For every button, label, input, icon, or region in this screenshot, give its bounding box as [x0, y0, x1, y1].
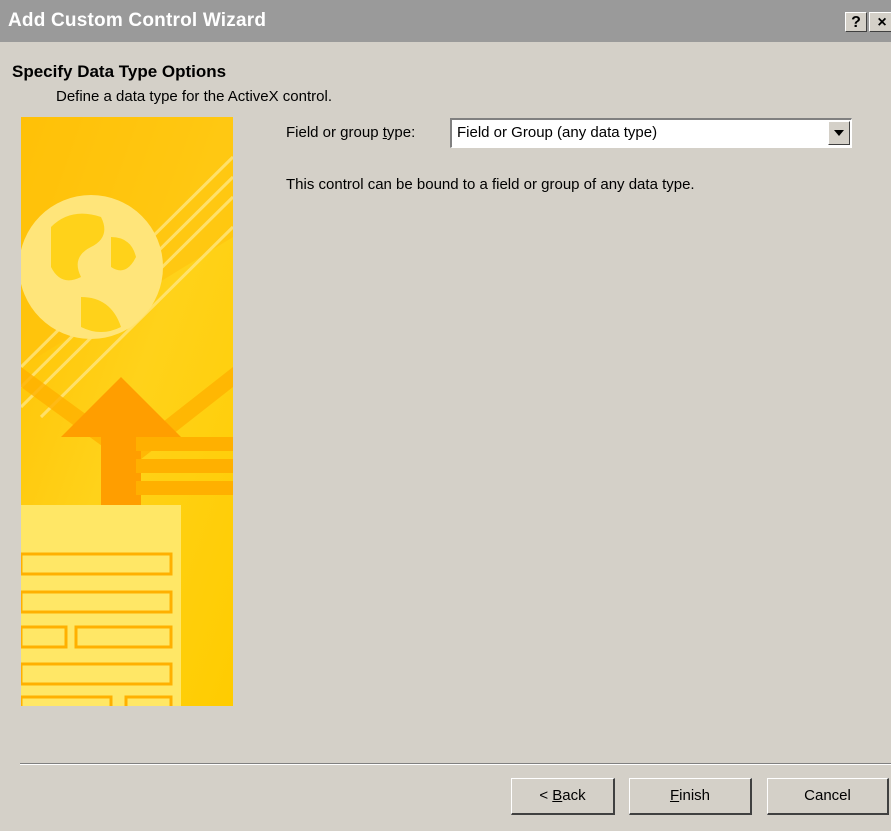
dropdown-value: Field or Group (any data type)	[457, 124, 658, 141]
wizard-window: Add Custom Control Wizard ? × Specify Da…	[0, 0, 891, 831]
globe-icon	[21, 195, 163, 339]
dropdown-arrow-icon	[834, 130, 844, 136]
cancel-button[interactable]: Cancel	[767, 778, 889, 815]
footer-separator	[20, 763, 891, 765]
finish-button[interactable]: Finish	[629, 778, 752, 815]
page-title: Specify Data Type Options	[12, 62, 227, 81]
field-type-dropdown[interactable]: Field or Group (any data type)	[450, 118, 852, 148]
field-type-label: Field or group type:	[286, 124, 416, 141]
window-title: Add Custom Control Wizard	[8, 10, 267, 31]
back-button[interactable]: < Back	[511, 778, 615, 815]
page-subtitle: Define a data type for the ActiveX contr…	[56, 88, 332, 105]
dropdown-arrow-button[interactable]	[828, 121, 850, 145]
wizard-banner-image	[21, 117, 233, 706]
close-icon: ×	[877, 14, 887, 31]
title-bar: Add Custom Control Wizard ? ×	[0, 0, 891, 42]
help-icon: ?	[851, 14, 861, 31]
wizard-header: Specify Data Type Options Define a data …	[0, 42, 891, 114]
type-description: This control can be bound to a field or …	[286, 176, 695, 193]
close-button[interactable]: ×	[869, 12, 891, 32]
help-button[interactable]: ?	[845, 12, 867, 32]
